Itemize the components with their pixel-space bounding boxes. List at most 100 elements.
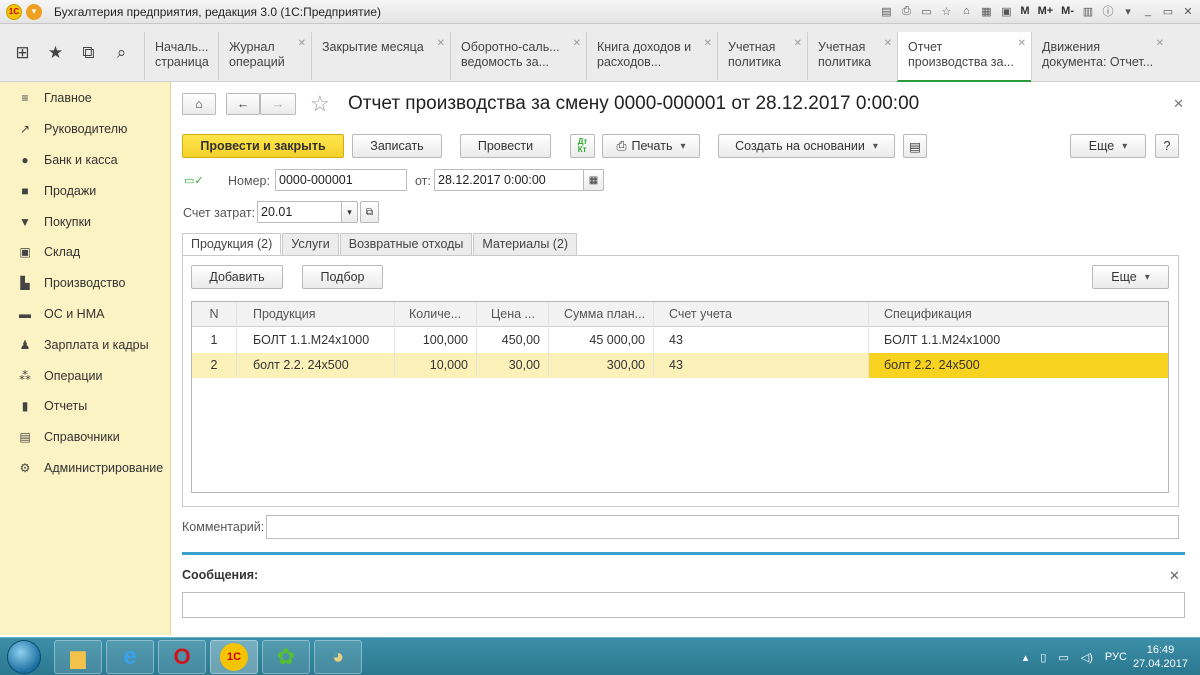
tab-materials[interactable]: Материалы (2) (473, 233, 578, 255)
specification-cell[interactable]: БОЛТ 1.1.М24х1000 (869, 328, 1168, 353)
planned-sum-cell[interactable]: 45 000,00 (549, 328, 654, 353)
explorer-taskbar-button[interactable]: ▆ (54, 640, 102, 674)
add-button[interactable]: Добавить (191, 265, 283, 289)
tab-turnover-balance[interactable]: Оборотно-саль... ведомость за... ✕ (450, 32, 586, 80)
planned-sum-cell[interactable]: 300,00 (549, 353, 654, 378)
tab-income-book[interactable]: Книга доходов и расходов... ✕ (586, 32, 717, 80)
chevron-down-icon[interactable]: ▾ (341, 201, 358, 223)
favorite-icon[interactable]: ☆ (938, 3, 954, 19)
column-header[interactable]: Счет учета (654, 302, 869, 327)
tab-operations-journal[interactable]: Журнал операций ✕ (218, 32, 311, 80)
account-cell[interactable]: 43 (654, 353, 869, 378)
tab-close-icon[interactable]: ✕ (573, 36, 581, 51)
select-button[interactable]: Подбор (302, 265, 383, 289)
tab-returned-waste[interactable]: Возвратные отходы (339, 233, 473, 255)
close-messages-icon[interactable]: ✕ (1169, 568, 1180, 584)
tab-document-movements[interactable]: Движения документа: Отчет... ✕ (1031, 32, 1169, 80)
column-header[interactable]: Сумма план... (549, 302, 654, 327)
tab-production-report[interactable]: Отчет производства за... ✕ (897, 32, 1031, 82)
post-and-close-button[interactable]: Провести и закрыть (182, 134, 344, 158)
close-icon[interactable]: ✕ (1180, 3, 1196, 19)
sidebar-item-bank[interactable]: ● Банк и касса (0, 145, 170, 176)
tray-arrow-icon[interactable]: ▴ (1023, 651, 1029, 664)
volume-icon[interactable]: ◁) (1081, 651, 1093, 664)
network-icon[interactable]: ▭ (1058, 651, 1068, 664)
sidebar-item-manager[interactable]: ↗ Руководителю (0, 114, 170, 145)
opera-taskbar-button[interactable]: O (158, 640, 206, 674)
calendar-icon[interactable]: ▣ (998, 3, 1014, 19)
back-button[interactable]: ← (226, 93, 260, 115)
post-button[interactable]: Провести (460, 134, 551, 158)
close-document-icon[interactable]: ✕ (1173, 96, 1184, 112)
tab-close-icon[interactable]: ✕ (437, 36, 445, 51)
products-table[interactable]: N Продукция Количе... Цена ... Сумма пла… (191, 301, 1169, 493)
price-cell[interactable]: 450,00 (477, 328, 549, 353)
paint-taskbar-button[interactable]: ◕ (314, 640, 362, 674)
home-button[interactable]: ⌂ (182, 93, 216, 115)
price-cell[interactable]: 30,00 (477, 353, 549, 378)
account-cell[interactable]: 43 (654, 328, 869, 353)
language-indicator[interactable]: РУС (1105, 651, 1127, 663)
help-button[interactable]: ? (1155, 134, 1179, 158)
column-header[interactable]: Продукция (237, 302, 395, 327)
dt-kt-icon[interactable]: Дт Кт (570, 134, 595, 158)
tab-accounting-policy-2[interactable]: Учетная политика ✕ (807, 32, 897, 80)
info-icon[interactable]: ⓘ (1100, 3, 1116, 19)
sidebar-item-production[interactable]: ▙ Производство (0, 268, 170, 299)
tab-products[interactable]: Продукция (2) (182, 233, 282, 255)
panels-icon[interactable]: ▥ (1080, 3, 1096, 19)
sidebar-item-reports[interactable]: ▮ Отчеты (0, 391, 170, 422)
app-menu-icon[interactable]: ▾ (26, 3, 42, 20)
column-header[interactable]: Спецификация (869, 302, 1168, 327)
print-icon[interactable]: ⎙ (898, 3, 914, 19)
sidebar-item-sales[interactable]: ■ Продажи (0, 175, 170, 206)
tab-close-icon[interactable]: ✕ (884, 36, 892, 51)
product-cell[interactable]: болт 2.2. 24х500 (237, 353, 395, 378)
home-icon[interactable]: ⌂ (958, 3, 974, 19)
sidebar-item-warehouse[interactable]: ▣ Склад (0, 237, 170, 268)
favorites-star-icon[interactable]: ★ (44, 43, 68, 63)
table-row[interactable]: 1 БОЛТ 1.1.М24х1000 100,000 450,00 45 00… (192, 328, 1168, 353)
1c-taskbar-button[interactable]: 1С (210, 640, 258, 674)
report-icon[interactable]: ▤ (903, 134, 927, 158)
column-header[interactable]: Цена ... (477, 302, 549, 327)
product-cell[interactable]: БОЛТ 1.1.М24х1000 (237, 328, 395, 353)
tab-close-icon[interactable]: ✕ (794, 36, 802, 51)
memory-minus-button[interactable]: M- (1059, 3, 1076, 19)
tab-close-icon[interactable]: ✕ (1018, 36, 1026, 51)
sidebar-item-assets[interactable]: ▬ ОС и НМА (0, 299, 170, 330)
cost-account-field[interactable]: 20.01 (257, 201, 342, 223)
calculator-icon[interactable]: ▦ (978, 3, 994, 19)
quantity-cell[interactable]: 100,000 (395, 328, 477, 353)
sidebar-item-salary[interactable]: ♟ Зарплата и кадры (0, 329, 170, 360)
more-dropdown[interactable]: Еще (1070, 134, 1146, 158)
usb-icon[interactable]: ▯ (1040, 651, 1046, 664)
tab-start-page[interactable]: Началь... страница (144, 32, 218, 80)
sidebar-item-purchases[interactable]: ▼ Покупки (0, 206, 170, 237)
sidebar-item-main[interactable]: ≡ Главное (0, 83, 170, 114)
search-icon[interactable]: ⌕ (110, 43, 134, 63)
apps-grid-icon[interactable]: ⊞ (11, 43, 35, 63)
comment-field[interactable] (266, 515, 1179, 539)
memory-button[interactable]: M (1018, 3, 1031, 19)
save-icon[interactable]: ▤ (878, 3, 894, 19)
memory-plus-button[interactable]: M+ (1036, 3, 1056, 19)
preview-icon[interactable]: ▭ (918, 3, 934, 19)
table-more-dropdown[interactable]: Еще (1092, 265, 1169, 289)
tab-close-icon[interactable]: ✕ (704, 36, 712, 51)
table-row[interactable]: 2 болт 2.2. 24х500 10,000 30,00 300,00 4… (192, 353, 1168, 378)
save-button[interactable]: Записать (352, 134, 442, 158)
open-account-icon[interactable]: ⧉ (360, 201, 379, 223)
ie-taskbar-button[interactable]: e (106, 640, 154, 674)
sidebar-item-admin[interactable]: ⚙ Администрирование (0, 453, 170, 484)
number-field[interactable]: 0000-000001 (275, 169, 407, 191)
tab-month-close[interactable]: Закрытие месяца ✕ (311, 32, 450, 80)
date-field[interactable]: 28.12.2017 0:00:00 (434, 169, 584, 191)
sidebar-item-operations[interactable]: ⁂ Операции (0, 360, 170, 391)
tab-close-icon[interactable]: ✕ (1156, 36, 1164, 51)
icq-taskbar-button[interactable]: ✿ (262, 640, 310, 674)
settings-arrow-icon[interactable]: ▾ (1120, 3, 1136, 19)
favorite-star-icon[interactable]: ☆ (310, 91, 330, 117)
minimize-icon[interactable]: _ (1140, 3, 1156, 19)
specification-cell[interactable]: болт 2.2. 24х500 (869, 353, 1168, 378)
